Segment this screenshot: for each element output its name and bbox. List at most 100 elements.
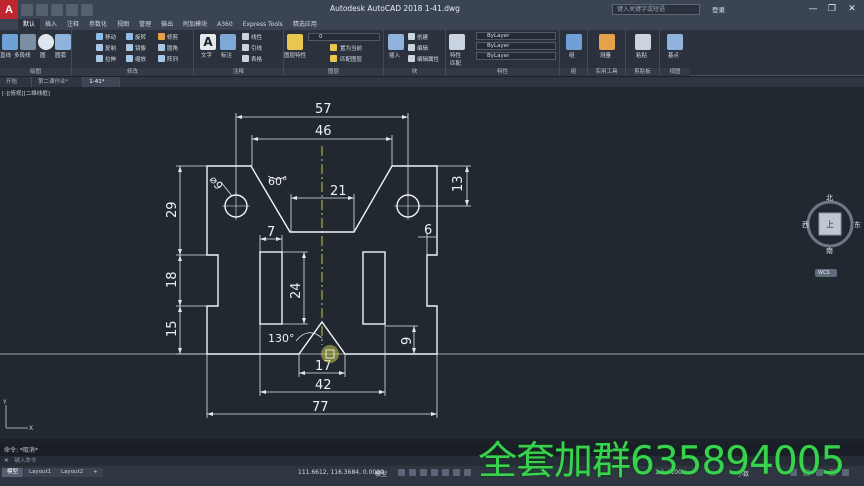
layers-group-label[interactable]: 图层 [284, 68, 383, 76]
set-current-icon[interactable] [330, 44, 337, 51]
file-tab-lesson2[interactable]: 第二课作业* [32, 77, 84, 87]
color-combo[interactable]: ByLayer [476, 32, 556, 40]
fillet-icon[interactable] [158, 44, 165, 51]
viewcube-west[interactable]: 西 [802, 220, 809, 230]
dimension-icon[interactable] [220, 34, 236, 50]
base-point-label[interactable]: 基点 [668, 51, 679, 59]
line-icon[interactable] [2, 34, 18, 50]
clipboard-group-label[interactable]: 剪贴板 [626, 68, 659, 76]
polyline-icon[interactable] [20, 34, 36, 50]
slot-left[interactable] [259, 251, 283, 325]
stretch-icon[interactable] [96, 55, 103, 62]
leader-tool[interactable]: 引线 [251, 44, 262, 52]
close-button[interactable]: ✕ [845, 2, 859, 16]
copy-icon[interactable] [96, 44, 103, 51]
redo-icon[interactable] [81, 3, 93, 16]
dimension-tool-label[interactable]: 标注 [221, 51, 232, 59]
viewcube-north[interactable]: 北 [826, 193, 833, 203]
edit-block-icon[interactable] [408, 44, 415, 51]
create-block-tool[interactable]: 创建 [417, 33, 428, 41]
new-file-icon[interactable] [21, 3, 33, 16]
tab-default[interactable]: 默认 [18, 19, 41, 30]
arc-icon[interactable] [55, 34, 71, 50]
view-group-label[interactable]: 视图 [660, 68, 690, 76]
circle-icon[interactable] [38, 34, 54, 50]
properties-label[interactable]: 特性 [450, 51, 461, 59]
linear-tool[interactable]: 线性 [251, 33, 262, 41]
app-menu-button[interactable]: A [0, 0, 18, 19]
measure-icon[interactable] [599, 34, 615, 50]
arc-tool-label[interactable]: 圆弧 [55, 51, 66, 59]
rotate-tool[interactable]: 旋转 [135, 33, 146, 41]
array-icon[interactable] [158, 55, 165, 62]
block-group-label[interactable]: 块 [384, 68, 445, 76]
match-layer-icon[interactable] [330, 55, 337, 62]
viewcube-top-face[interactable]: 上 [826, 219, 834, 230]
dim-18[interactable]: 18 [165, 271, 180, 288]
wcs-menu[interactable]: WCS [818, 270, 830, 276]
file-tab-1-41[interactable]: 1-41* [83, 77, 120, 87]
otrack-icon[interactable] [453, 469, 460, 476]
draw-group-label[interactable]: 绘图 [0, 68, 71, 76]
circle-tool-label[interactable]: 圆 [40, 51, 46, 59]
viewcube-east[interactable]: 东 [854, 220, 861, 230]
snap-icon[interactable] [409, 469, 416, 476]
layout-tab-model[interactable]: 模型 [2, 468, 24, 477]
signin-button[interactable]: 登录 [712, 4, 725, 14]
dim-13[interactable]: 13 [451, 175, 466, 192]
group-tool-label[interactable]: 组 [569, 51, 575, 59]
text-icon[interactable]: A [200, 34, 216, 50]
measure-tool-label[interactable]: 测量 [600, 51, 611, 59]
coordinates-readout[interactable]: 111.6612, 116.3684, 0.0000 [298, 469, 384, 476]
scale-icon[interactable] [126, 55, 133, 62]
layout-tab-layout2[interactable]: Layout2 [56, 468, 89, 477]
properties-group-label[interactable]: 特性 [446, 68, 559, 76]
tab-insert[interactable]: 插入 [40, 19, 62, 30]
drawing-canvas[interactable]: [-][俯视][二维线框] 57 46 21 60° ⌀9 13 29 7 6 … [0, 87, 864, 439]
slot-right[interactable] [362, 251, 386, 325]
add-layout-button[interactable]: + [88, 468, 103, 477]
dim-60-deg[interactable]: 60° [268, 175, 288, 188]
undo-icon[interactable] [66, 3, 78, 16]
layer-properties-label[interactable]: 图层特性 [284, 51, 306, 59]
edit-attributes-icon[interactable] [408, 55, 415, 62]
stretch-tool[interactable]: 拉伸 [105, 55, 116, 63]
trim-tool[interactable]: 修剪 [167, 33, 178, 41]
tab-manage[interactable]: 管理 [134, 19, 156, 30]
group-icon[interactable] [566, 34, 582, 50]
dim-130-deg[interactable]: 130° [268, 332, 295, 345]
tab-view[interactable]: 视图 [112, 19, 134, 30]
linear-icon[interactable] [242, 33, 249, 40]
leader-icon[interactable] [242, 44, 249, 51]
tab-featured-apps[interactable]: 精选应用 [288, 19, 322, 30]
dim-57[interactable]: 57 [315, 102, 332, 117]
match-properties-label[interactable]: 匹配 [450, 59, 461, 67]
paste-icon[interactable] [635, 34, 651, 50]
dim-15[interactable]: 15 [165, 320, 180, 337]
scale-tool[interactable]: 缩放 [135, 55, 146, 63]
lineweight-icon[interactable] [464, 469, 471, 476]
paste-tool-label[interactable]: 粘贴 [636, 51, 647, 59]
move-icon[interactable] [96, 33, 103, 40]
lineweight-combo[interactable]: ByLayer [476, 52, 556, 60]
insert-block-icon[interactable] [388, 34, 404, 50]
tab-addins[interactable]: 附加模块 [178, 19, 212, 30]
osnap-icon[interactable] [442, 469, 449, 476]
dim-46[interactable]: 46 [315, 124, 332, 139]
utilities-group-label[interactable]: 实用工具 [588, 68, 625, 76]
mirror-tool[interactable]: 镜像 [135, 44, 146, 52]
command-close-icon[interactable]: ✕ [4, 458, 9, 464]
match-layer-tool[interactable]: 匹配图层 [340, 55, 362, 63]
trim-icon[interactable] [158, 33, 165, 40]
edit-attributes-tool[interactable]: 编辑属性 [417, 55, 439, 63]
table-tool[interactable]: 表格 [251, 55, 262, 63]
properties-icon[interactable] [449, 34, 465, 50]
viewcube[interactable]: 北 南 东 西 上 WCS [802, 193, 861, 277]
array-tool[interactable]: 阵列 [167, 55, 178, 63]
viewcube-south[interactable]: 南 [826, 246, 833, 256]
base-point-icon[interactable] [667, 34, 683, 50]
annotation-group-label[interactable]: 注释 [194, 68, 283, 76]
polyline-tool-label[interactable]: 多段线 [14, 51, 31, 59]
rotate-icon[interactable] [126, 33, 133, 40]
dim-21[interactable]: 21 [330, 184, 347, 199]
